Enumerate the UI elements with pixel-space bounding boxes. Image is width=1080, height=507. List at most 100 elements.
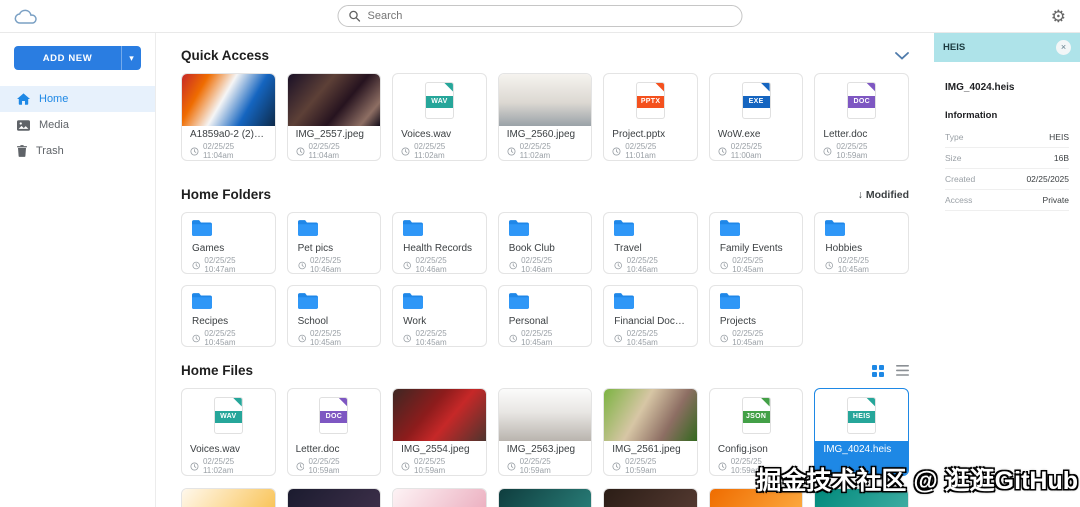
clock-icon bbox=[718, 462, 727, 471]
file-timestamp: 02/25/25 10:59am bbox=[823, 142, 900, 160]
file-card-a1859a0-2-2-png[interactable]: A1859a0-2 (2).png02/25/25 11:04am bbox=[181, 73, 276, 161]
folder-icon bbox=[720, 220, 740, 236]
file-card-img-2554-jpeg[interactable]: IMG_2554.jpeg02/25/25 10:59am bbox=[392, 388, 487, 476]
file-timestamp: 02/25/25 10:59am bbox=[718, 457, 795, 475]
file-timestamp: 02/25/25 10:45am bbox=[192, 329, 265, 347]
clock-icon bbox=[190, 462, 199, 471]
grid-view-icon[interactable] bbox=[872, 365, 884, 377]
section-title-home-files: Home Files bbox=[181, 363, 253, 378]
file-timestamp: 02/25/25 11:04am bbox=[296, 142, 373, 160]
file-name: Voices.wav bbox=[401, 129, 478, 140]
gear-icon[interactable]: ⚙ bbox=[1051, 8, 1066, 25]
file-timestamp: 02/25/25 10:59am bbox=[507, 457, 584, 475]
file-card-voices-wav[interactable]: WAVVoices.wav02/25/25 11:02am bbox=[392, 73, 487, 161]
file-thumbnail bbox=[393, 389, 486, 441]
folder-card-school[interactable]: School02/25/25 10:45am bbox=[287, 285, 382, 347]
close-icon[interactable]: × bbox=[1056, 40, 1071, 55]
details-info-rows: TypeHEISSize16BCreated02/25/2025AccessPr… bbox=[945, 127, 1069, 211]
file-type-icon: JSON bbox=[710, 389, 803, 441]
folder-card-book-club[interactable]: Book Club02/25/25 10:46am bbox=[498, 212, 593, 274]
file-type-icon: EXE bbox=[710, 74, 803, 126]
search-input[interactable] bbox=[368, 10, 732, 22]
file-card-img-2561-jpeg[interactable]: IMG_2561.jpeg02/25/25 10:59am bbox=[603, 388, 698, 476]
file-timestamp: 02/25/25 10:47am bbox=[192, 256, 265, 274]
folder-card-recipes[interactable]: Recipes02/25/25 10:45am bbox=[181, 285, 276, 347]
folder-card-travel[interactable]: Travel 02/25/25 10:46am bbox=[603, 212, 698, 274]
file-card-voices-wav[interactable]: WAVVoices.wav02/25/25 11:02am bbox=[181, 388, 276, 476]
clock-icon bbox=[192, 261, 200, 270]
sidebar-item-media[interactable]: Media bbox=[0, 112, 155, 138]
sidebar-item-label: Home bbox=[39, 93, 68, 105]
file-card-img-2563-jpeg[interactable]: IMG_2563.jpeg02/25/25 10:59am bbox=[498, 388, 593, 476]
sidebar-item-home[interactable]: Home bbox=[0, 86, 155, 112]
info-row-access: AccessPrivate bbox=[945, 190, 1069, 211]
sidebar-item-label: Media bbox=[39, 119, 69, 131]
file-card-partial[interactable] bbox=[181, 488, 276, 507]
clock-icon bbox=[403, 261, 411, 270]
folder-name: Book Club bbox=[509, 243, 582, 254]
info-label: Size bbox=[945, 153, 962, 163]
clock-icon bbox=[825, 261, 833, 270]
add-new-button[interactable]: ADD NEW ▾ bbox=[14, 46, 141, 70]
file-card-partial[interactable] bbox=[814, 488, 909, 507]
file-card-letter-doc[interactable]: DOCLetter.doc02/25/25 10:59am bbox=[287, 388, 382, 476]
section-title-quick-access: Quick Access bbox=[181, 48, 269, 63]
file-timestamp: 02/25/25 10:45am bbox=[720, 256, 793, 274]
info-row-created: Created02/25/2025 bbox=[945, 169, 1069, 190]
file-timestamp: 02/25/25 10:59am bbox=[296, 457, 373, 475]
clock-icon bbox=[190, 147, 199, 156]
info-value: 02/25/2025 bbox=[1026, 174, 1069, 184]
file-name: Config.json bbox=[718, 444, 795, 455]
file-meta: Letter.doc02/25/25 10:59am bbox=[815, 126, 908, 160]
folder-name: Family Events bbox=[720, 243, 793, 254]
folder-card-financial-documents[interactable]: Financial Documents02/25/25 10:45am bbox=[603, 285, 698, 347]
folder-card-personal[interactable]: Personal02/25/25 10:45am bbox=[498, 285, 593, 347]
file-card-img-4024-heis[interactable]: HEISIMG_4024.heis bbox=[814, 388, 909, 476]
folder-name: Health Records bbox=[403, 243, 476, 254]
file-card-wow-exe[interactable]: EXEWoW.exe02/25/25 11:00am bbox=[709, 73, 804, 161]
folder-card-pet-pics[interactable]: Pet pics02/25/25 10:46am bbox=[287, 212, 382, 274]
file-card-letter-doc[interactable]: DOCLetter.doc02/25/25 10:59am bbox=[814, 73, 909, 161]
folder-card-hobbies[interactable]: Hobbies02/25/25 10:45am bbox=[814, 212, 909, 274]
folder-card-games[interactable]: Games02/25/25 10:47am bbox=[181, 212, 276, 274]
file-thumbnail bbox=[499, 489, 592, 507]
list-view-icon[interactable] bbox=[896, 365, 909, 376]
folder-card-work[interactable]: Work02/25/25 10:45am bbox=[392, 285, 487, 347]
file-card-project-pptx[interactable]: PPTXProject.pptx02/25/25 11:01am bbox=[603, 73, 698, 161]
file-thumbnail bbox=[710, 489, 803, 507]
view-toggle bbox=[872, 365, 909, 377]
search-bar[interactable] bbox=[338, 5, 743, 27]
file-card-partial[interactable] bbox=[709, 488, 804, 507]
folder-name: Travel bbox=[614, 243, 687, 254]
info-label: Type bbox=[945, 132, 963, 142]
file-type-icon: DOC bbox=[288, 389, 381, 441]
file-card-partial[interactable] bbox=[287, 488, 382, 507]
sort-control[interactable]: ↓ Modified bbox=[858, 189, 909, 201]
file-card-partial[interactable] bbox=[603, 488, 698, 507]
file-type-icon: DOC bbox=[815, 74, 908, 126]
file-name: A1859a0-2 (2).png bbox=[190, 129, 267, 140]
folder-icon bbox=[509, 293, 529, 309]
folder-icon bbox=[614, 220, 634, 236]
info-value: Private bbox=[1043, 195, 1069, 205]
collapse-chevron-icon[interactable] bbox=[895, 52, 909, 60]
file-card-config-json[interactable]: JSON Config.json 02/25/25 10:59am bbox=[709, 388, 804, 476]
clock-icon bbox=[298, 334, 306, 343]
folder-card-projects[interactable]: Projects02/25/25 10:45am bbox=[709, 285, 804, 347]
clock-icon bbox=[720, 261, 728, 270]
file-card-img-2560-jpeg[interactable]: IMG_2560.jpeg02/25/25 11:02am bbox=[498, 73, 593, 161]
chevron-down-icon[interactable]: ▾ bbox=[121, 46, 141, 70]
file-name: Project.pptx bbox=[612, 129, 689, 140]
clock-icon bbox=[612, 147, 621, 156]
sidebar-item-trash[interactable]: Trash bbox=[0, 138, 155, 164]
file-card-partial[interactable] bbox=[498, 488, 593, 507]
file-card-img-2557-jpeg[interactable]: IMG_2557.jpeg02/25/25 11:04am bbox=[287, 73, 382, 161]
file-card-partial[interactable] bbox=[392, 488, 487, 507]
folder-card-health-records[interactable]: Health Records02/25/25 10:46am bbox=[392, 212, 487, 274]
file-thumbnail bbox=[815, 489, 908, 507]
file-timestamp: 02/25/25 10:46am bbox=[614, 256, 687, 274]
folder-card-family-events[interactable]: Family Events 02/25/25 10:45am bbox=[709, 212, 804, 274]
file-meta: Voices.wav02/25/25 11:02am bbox=[182, 441, 275, 475]
main-content: Quick Access A1859a0-2 (2).png02/25/25 1… bbox=[156, 33, 934, 507]
details-panel: HEIS × IMG_4024.heis Information TypeHEI… bbox=[934, 33, 1080, 507]
